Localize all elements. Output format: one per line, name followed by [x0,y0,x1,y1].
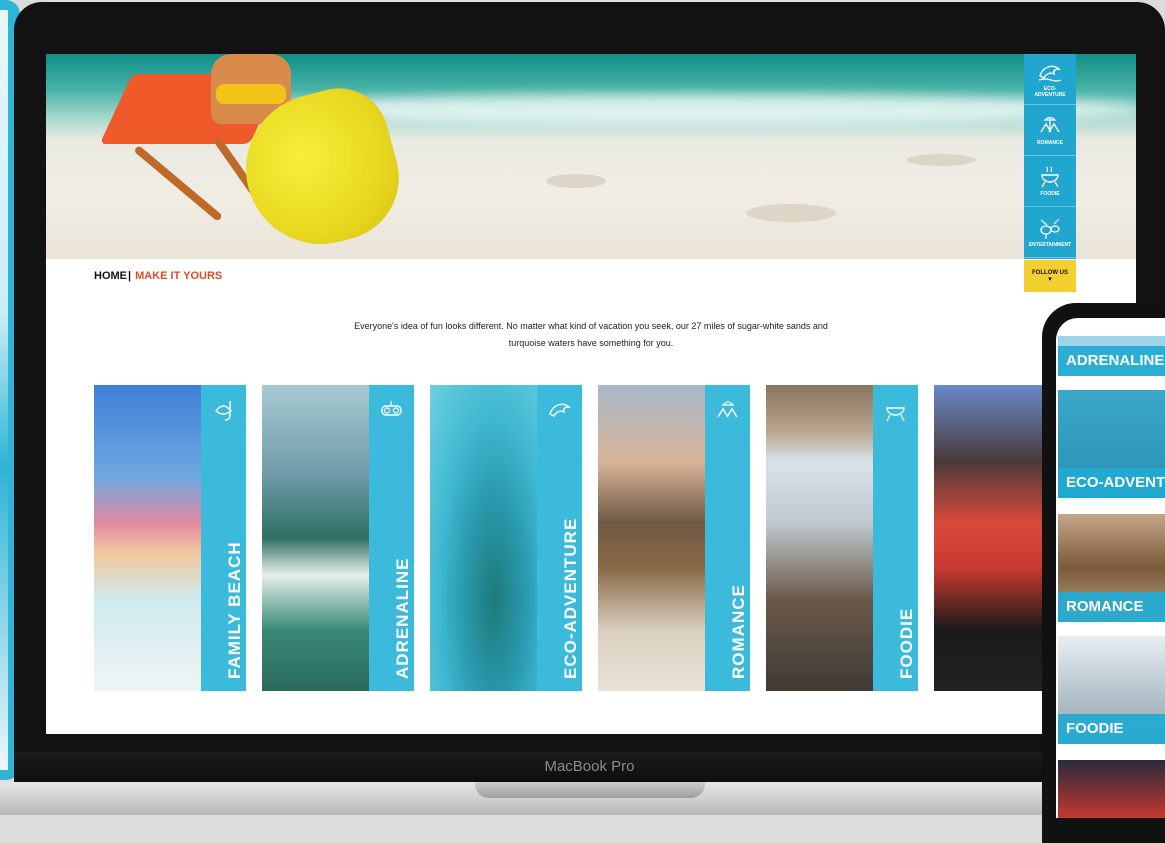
breadcrumb: HOME| MAKE IT YOURS [94,270,222,282]
mobile-item-foodie[interactable]: FOODIE [1058,636,1165,744]
background-phone-screen [0,10,8,770]
mobile-item-label: ECO-ADVENTURE [1058,468,1165,498]
mobile-item-label: ROMANCE [1058,592,1165,622]
beach-chairs-icon [717,401,738,418]
side-nav-label: ROMANCE [1037,140,1063,146]
dolphin-icon [1038,65,1062,82]
sand-texture [906,154,976,166]
family-beach-photo [94,385,201,691]
mobile-item-entertainment[interactable] [1058,760,1165,818]
category-label-strip: ADRENALINE [369,385,414,691]
category-card-romance[interactable]: ROMANCE [598,385,750,691]
adrenaline-photo [262,385,369,691]
breadcrumb-home[interactable]: HOME [94,270,127,282]
category-label-strip: ECO-ADVENTURE [537,385,582,691]
eco-adventure-photo [430,385,537,691]
side-nav-entertainment[interactable]: ENTERTAINMENT [1024,207,1076,258]
laptop-chin: MacBook Pro [14,752,1165,782]
side-nav-eco-adventure[interactable]: ECO- ADVENTURE [1024,54,1076,105]
follow-us-button[interactable]: FOLLOW US ▾ [1024,260,1076,292]
dolphin-icon [549,403,571,417]
sand-texture [546,174,606,188]
phone-screen: ADRENALINE ECO-ADVENTURE ROMANCE FOODIE [1056,318,1165,818]
category-grid: FAMILY BEACH ADRENALINE ECO-ADVENTURE RO… [94,385,1136,691]
side-nav-romance[interactable]: ROMANCE [1024,105,1076,156]
laptop-base-notch [475,782,705,798]
category-card-eco-adventure[interactable]: ECO-ADVENTURE [430,385,582,691]
entertainment-photo [934,385,1044,691]
romance-photo [598,385,705,691]
intro-text: Everyone's idea of fun looks different. … [354,321,828,348]
hero-banner: ECO- ADVENTURE ROMANCE FOODIE ENTERTAINM… [46,54,1136,259]
breadcrumb-current: MAKE IT YOURS [135,270,223,282]
yellow-bikini [216,84,286,104]
category-label-strip: FOODIE [873,385,918,691]
category-card-entertainment[interactable] [934,385,1044,691]
beach-chairs-icon [1040,116,1060,133]
snorkel-icon [215,401,232,421]
website-screen: ECO- ADVENTURE ROMANCE FOODIE ENTERTAINM… [46,54,1136,734]
mobile-item-romance[interactable]: ROMANCE [1058,514,1165,622]
grill-icon [1041,166,1059,188]
sand-texture [746,204,836,222]
dive-mask-icon [381,401,402,416]
category-card-family-beach[interactable]: FAMILY BEACH [94,385,246,691]
category-label-strip: FAMILY BEACH [201,385,246,691]
drums-icon [1040,218,1060,239]
chair-leg [133,144,223,222]
breadcrumb-separator: | [128,270,132,282]
side-icon-nav: ECO- ADVENTURE ROMANCE FOODIE ENTERTAINM… [1024,54,1076,259]
mobile-item-adrenaline[interactable]: ADRENALINE [1058,336,1165,376]
side-nav-label: ECO- ADVENTURE [1034,86,1066,98]
foodie-photo [766,385,873,691]
side-nav-label: FOODIE [1040,191,1060,197]
mobile-item-eco-adventure[interactable]: ECO-ADVENTURE [1058,390,1165,498]
category-card-foodie[interactable]: FOODIE [766,385,918,691]
side-nav-label: ENTERTAINMENT [1028,242,1072,248]
category-card-adrenaline[interactable]: ADRENALINE [262,385,414,691]
mobile-item-label: ADRENALINE [1058,346,1165,376]
caret-down-icon: ▾ [1048,275,1052,283]
mobile-item-label: FOODIE [1058,714,1165,744]
grill-icon [886,407,905,422]
side-nav-foodie[interactable]: FOODIE [1024,156,1076,207]
category-label-strip: ROMANCE [705,385,750,691]
laptop-brand-label: MacBook Pro [544,758,635,775]
